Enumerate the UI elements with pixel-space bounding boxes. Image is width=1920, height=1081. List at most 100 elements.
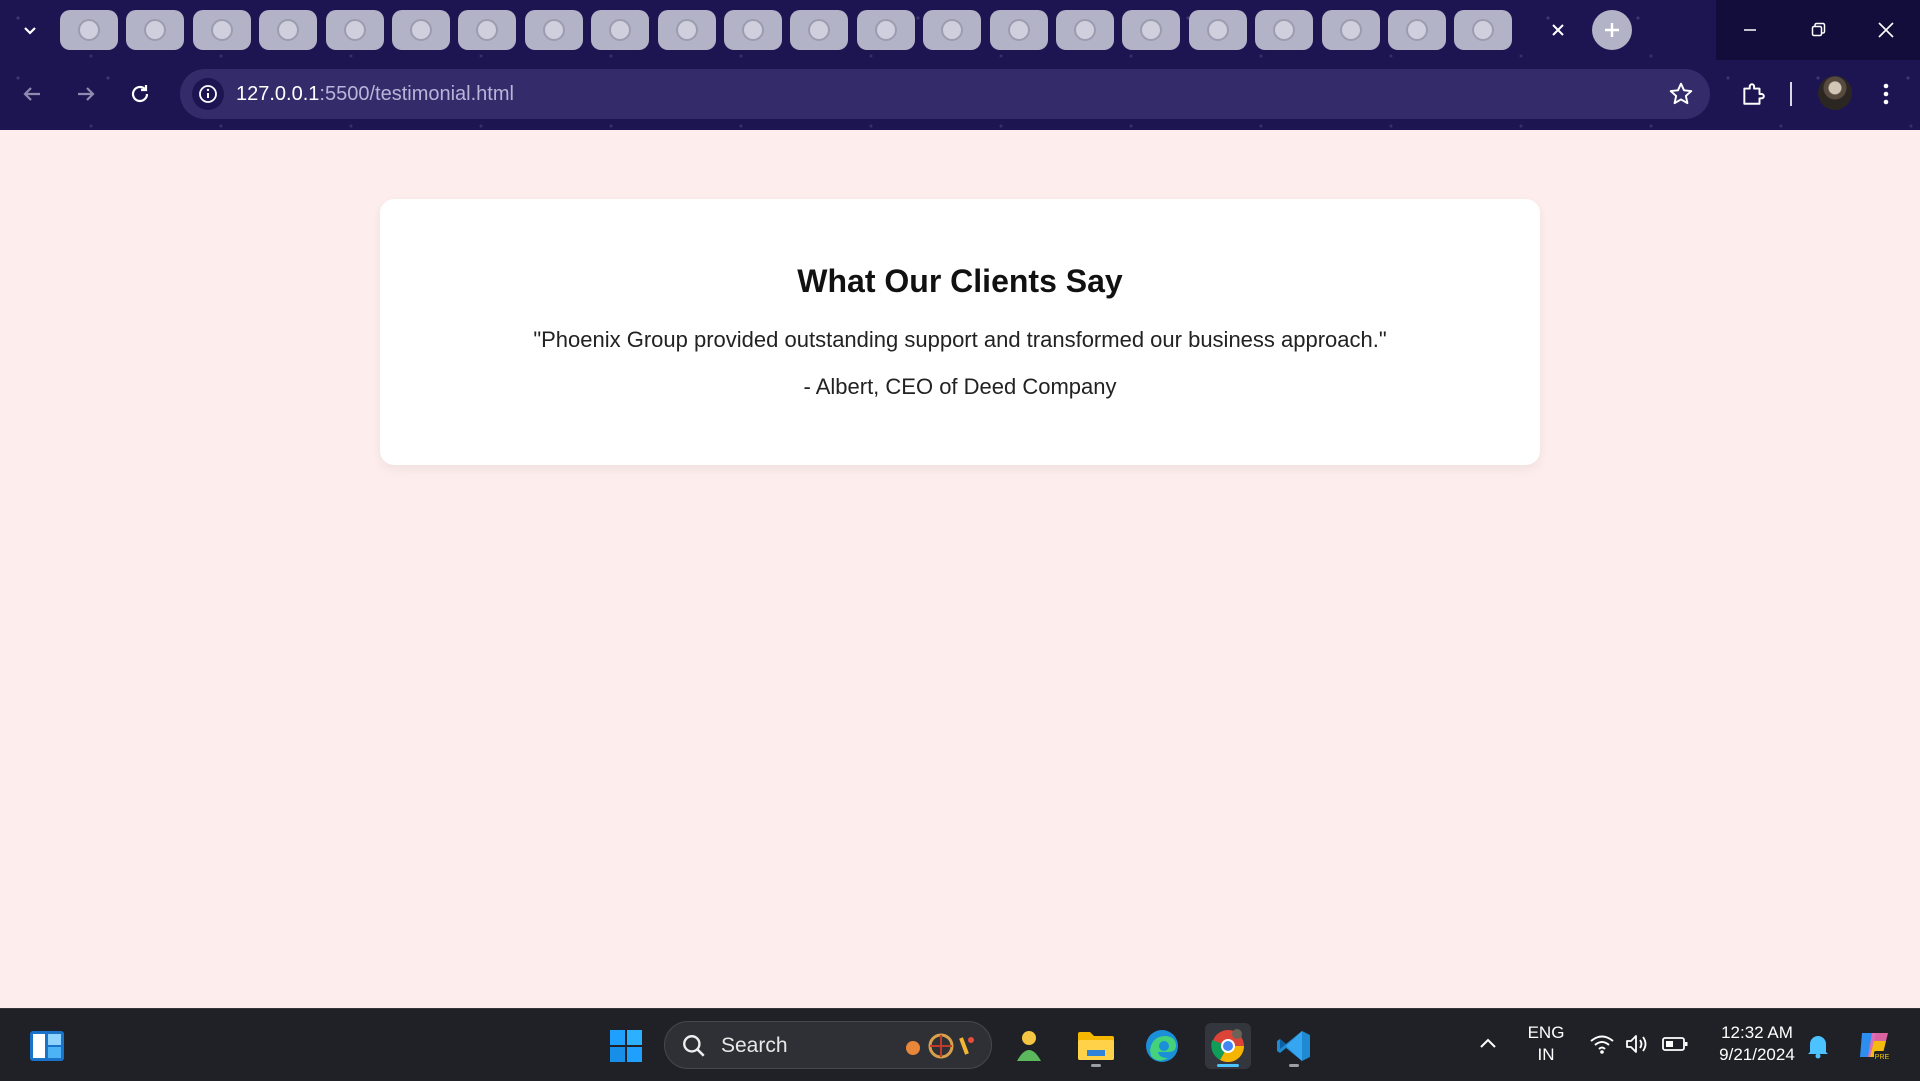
browser-tab[interactable] [856,10,915,50]
clock-time: 12:32 AM [1721,1023,1793,1042]
browser-tab[interactable] [790,10,849,50]
browser-tab[interactable] [524,10,583,50]
chevron-down-icon [24,27,36,35]
browser-tab[interactable] [1188,10,1247,50]
start-button[interactable] [603,1023,649,1069]
close-icon [1878,22,1894,38]
forward-button[interactable] [68,76,104,112]
taskbar-vscode[interactable] [1271,1023,1317,1069]
close-icon [1552,24,1564,36]
vscode-icon [1277,1031,1310,1061]
globe-icon [874,19,897,41]
bell-icon [1808,1036,1828,1059]
globe-icon [1406,19,1428,41]
speaker-icon [1626,1035,1647,1053]
windows-logo-icon [610,1030,642,1062]
taskbar-file-explorer[interactable] [1073,1023,1119,1069]
taskbar-chrome[interactable] [1205,1023,1251,1069]
globe-icon [210,19,233,41]
restore-button[interactable] [1784,0,1852,60]
arrow-left-icon [23,87,40,101]
more-vertical-icon [1883,83,1889,105]
globe-icon [1140,19,1163,41]
globe-icon [144,19,167,41]
taskbar-edge[interactable] [1139,1023,1185,1069]
character-app-icon [1017,1031,1041,1061]
tab-search-button[interactable] [14,14,46,46]
page-title: What Our Clients Say [797,263,1123,299]
browser-tab[interactable] [259,10,318,50]
widgets-button[interactable] [24,1023,70,1069]
volume-icon[interactable] [1625,1033,1651,1059]
browser-tab[interactable] [392,10,450,50]
browser-tab[interactable] [724,10,782,50]
folder-icon [1078,1032,1114,1060]
browser-tab[interactable] [591,10,650,50]
globe-icon [742,19,764,41]
running-indicator [1091,1064,1101,1067]
globe-icon [1273,19,1296,41]
language-indicator[interactable]: ENG IN [1520,1022,1572,1066]
extensions-button[interactable] [1735,76,1771,112]
url-text: 127.0.0.1:5500/testimonial.html [236,83,514,106]
browser-chrome: 127.0.0.1:5500/testimonial.html [0,0,1920,132]
globe-icon [1007,19,1030,41]
testimonial-author: - Albert, CEO of Deed Company [803,374,1117,399]
close-window-button[interactable] [1852,0,1920,60]
close-tab-button[interactable] [1542,14,1574,46]
clock[interactable]: 12:32 AM 9/21/2024 [1706,1022,1808,1066]
address-bar[interactable]: 127.0.0.1:5500/testimonial.html [180,69,1710,119]
copilot-icon: PRE [1860,1033,1890,1061]
globe-icon [542,19,565,41]
show-hidden-icons-button[interactable] [1477,1033,1503,1059]
browser-tab[interactable] [458,10,517,50]
browser-tab[interactable] [1056,10,1114,50]
browser-tab[interactable] [1255,10,1314,50]
language-code: ENG [1527,1023,1565,1042]
bookmark-button[interactable] [1668,81,1694,107]
new-tab-button[interactable] [1592,10,1632,50]
browser-tab[interactable] [192,10,251,50]
info-icon [199,85,217,103]
wifi-icon[interactable] [1589,1033,1615,1059]
globe-icon [277,19,300,41]
profile-avatar[interactable] [1818,76,1852,110]
url-host: 127.0.0.1 [236,83,320,105]
browser-menu-button[interactable] [1868,76,1904,112]
browser-tab[interactable] [1122,10,1181,50]
battery-icon [1662,1037,1688,1051]
notifications-button[interactable] [1806,1033,1832,1059]
browser-tab[interactable] [1388,10,1446,50]
widgets-icon [30,1031,64,1061]
reload-button[interactable] [122,76,158,112]
chrome-icon [1211,1029,1244,1063]
url-path: :5500/testimonial.html [319,83,514,105]
wifi-icon [1590,1035,1614,1054]
testimonial-quote: "Phoenix Group provided outstanding supp… [533,327,1387,352]
browser-tab[interactable] [657,10,716,50]
site-info-button[interactable] [192,78,224,110]
arrow-right-icon [78,87,95,101]
clock-date: 9/21/2024 [1719,1045,1795,1064]
taskbar-app-character[interactable] [1006,1023,1052,1069]
browser-tab[interactable] [60,10,118,50]
search-icon [683,1035,705,1057]
svg-text:PRE: PRE [1875,1054,1890,1061]
search-label: Search [721,1034,788,1057]
browser-tab[interactable] [989,10,1048,50]
globe-icon [808,19,831,41]
minimize-button[interactable] [1716,0,1784,60]
browser-tab[interactable] [325,10,384,50]
browser-tab[interactable] [1454,10,1513,50]
taskbar-search[interactable]: Search [664,1021,992,1069]
browser-tab[interactable] [1321,10,1380,50]
globe-icon [410,19,432,41]
globe-icon [941,19,964,41]
battery-icon[interactable] [1661,1033,1688,1059]
page-viewport: What Our Clients Say "Phoenix Group prov… [0,130,1920,1008]
back-button[interactable] [14,76,50,112]
browser-tab[interactable] [923,10,982,50]
browser-tab[interactable] [126,10,185,50]
copilot-button[interactable]: PRE [1856,1027,1892,1063]
taskbar: Search ENG IN 12:32 AM 9/21/2024 PRE [0,1008,1920,1081]
